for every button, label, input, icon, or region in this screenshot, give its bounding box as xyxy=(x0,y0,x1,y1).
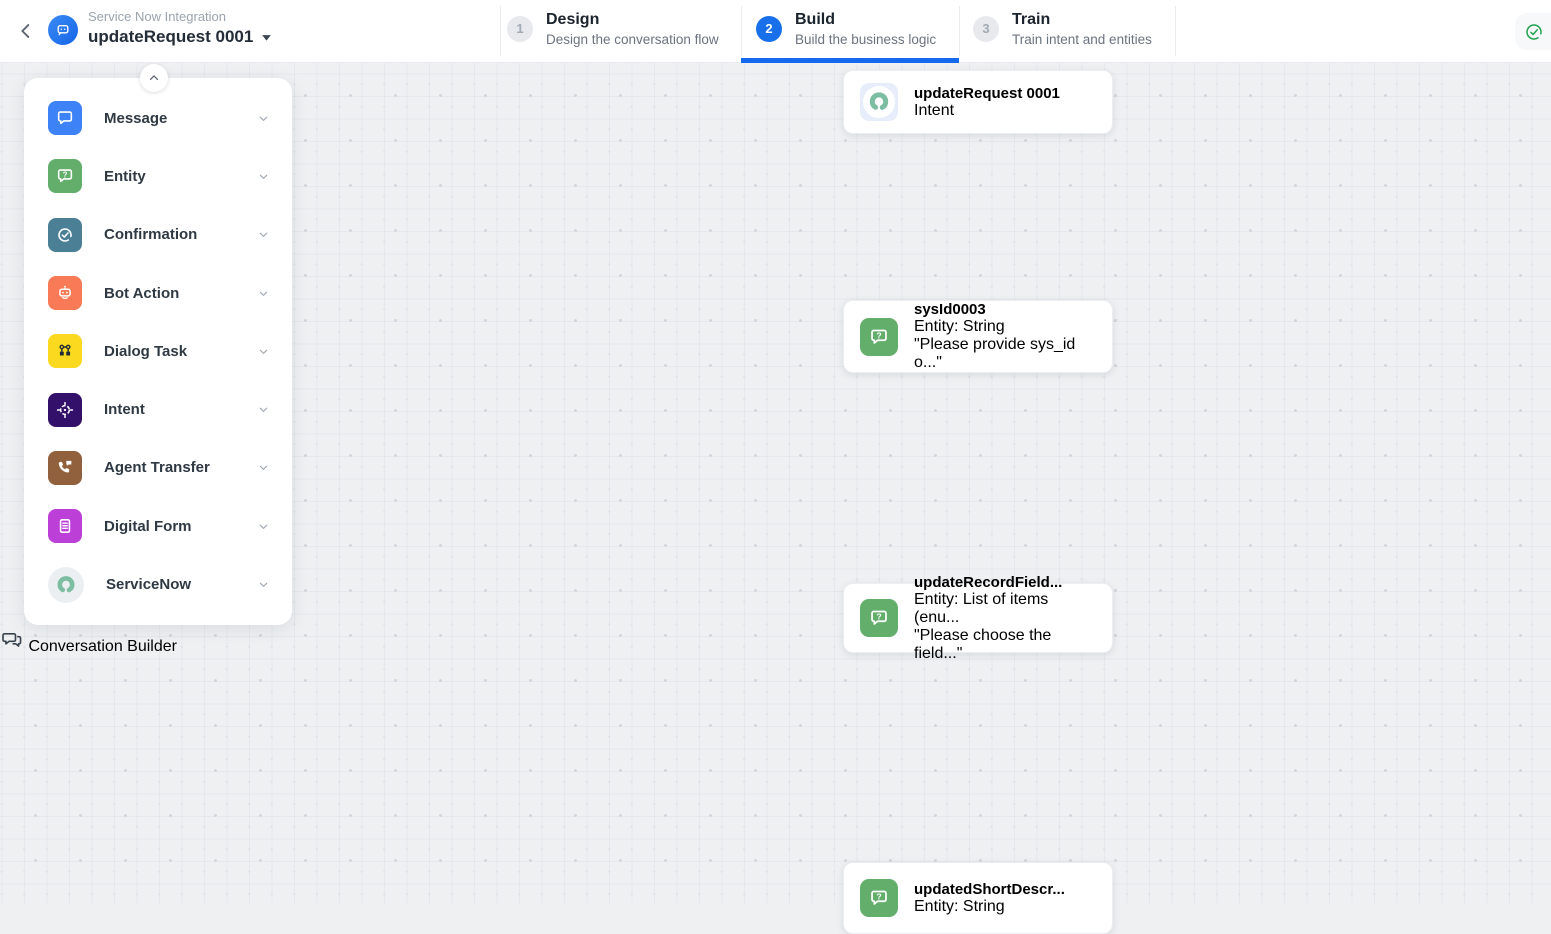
confirmation-icon xyxy=(48,217,82,252)
entity-icon: ? xyxy=(860,317,898,356)
step-separator xyxy=(959,6,960,56)
bot-action-icon xyxy=(48,276,82,311)
chevron-down-icon[interactable] xyxy=(257,287,270,300)
step-separator xyxy=(500,6,501,56)
palette-item-label: ServiceNow xyxy=(106,576,192,594)
active-tab-underline xyxy=(741,58,959,63)
flow-node-entity-updaterecordfield[interactable]: ? updateRecordField... Entity: List of i… xyxy=(843,574,1113,662)
node-palette-panel: Message ? Entity Confirmation Bot Action xyxy=(24,78,292,625)
servicenow-icon xyxy=(860,83,898,121)
step-subtitle: Build the business logic xyxy=(795,31,937,47)
chevron-down-icon[interactable] xyxy=(257,403,270,416)
step-number-badge: 3 xyxy=(973,15,999,42)
bot-avatar-icon xyxy=(48,15,78,45)
svg-text:?: ? xyxy=(876,330,881,340)
palette-item-label: Agent Transfer xyxy=(104,459,210,477)
step-title: Build xyxy=(795,10,835,28)
message-icon xyxy=(48,101,82,136)
chat-bubbles-icon xyxy=(2,632,22,647)
palette-collapse-button[interactable] xyxy=(140,64,168,92)
intent-icon xyxy=(48,392,82,427)
chevron-down-icon[interactable] xyxy=(257,170,270,183)
entity-icon: ? xyxy=(860,599,898,637)
node-subtitle: Entity: String xyxy=(914,897,1005,915)
validation-status-tab[interactable] xyxy=(1515,13,1551,50)
flow-canvas[interactable]: Message ? Entity Confirmation Bot Action xyxy=(0,63,1551,934)
palette-item-confirmation[interactable]: Confirmation xyxy=(24,206,292,264)
step-number-badge: 2 xyxy=(756,15,782,42)
node-prompt-quote: "Please choose the field..." xyxy=(914,626,1052,662)
conversation-builder-label: Conversation Builder xyxy=(28,638,177,655)
step-separator xyxy=(741,6,742,56)
palette-item-label: Message xyxy=(104,109,168,127)
dialog-title-dropdown[interactable]: updateRequest 0001 xyxy=(88,25,272,49)
tab-design[interactable]: 1 Design Design the conversation flow xyxy=(507,0,719,57)
flow-node-entity-updatedshortdescr[interactable]: ? updatedShortDescr... Entity: String xyxy=(843,862,1113,934)
palette-item-servicenow[interactable]: ServiceNow xyxy=(24,555,292,613)
tab-build[interactable]: 2 Build Build the business logic xyxy=(756,0,936,57)
node-title: updateRecordField... xyxy=(914,573,1063,591)
palette-item-label: Entity xyxy=(104,167,146,185)
palette-item-message[interactable]: Message xyxy=(24,89,292,147)
palette-item-intent[interactable]: Intent xyxy=(24,380,292,438)
chevron-down-icon[interactable] xyxy=(257,578,270,591)
check-circle-icon xyxy=(1526,23,1542,40)
chevron-down-icon[interactable] xyxy=(257,228,270,241)
step-subtitle: Train intent and entities xyxy=(1012,31,1152,47)
digital-form-icon xyxy=(48,509,82,544)
chevron-up-icon xyxy=(149,75,159,81)
chevron-down-icon[interactable] xyxy=(257,461,270,474)
svg-text:?: ? xyxy=(876,612,881,622)
top-header: Service Now Integration updateRequest 00… xyxy=(0,0,1551,63)
svg-text:?: ? xyxy=(63,171,68,180)
chevron-down-icon[interactable] xyxy=(257,520,270,533)
palette-item-entity[interactable]: ? Entity xyxy=(24,147,292,205)
node-subtitle: Entity: String xyxy=(914,318,1005,335)
step-title: Train xyxy=(1012,10,1051,28)
node-prompt-quote: "Please provide sys_id o..." xyxy=(914,336,1076,371)
palette-item-bot-action[interactable]: Bot Action xyxy=(24,264,292,322)
palette-item-label: Digital Form xyxy=(104,517,192,535)
palette-item-label: Bot Action xyxy=(104,284,180,302)
chevron-down-icon[interactable] xyxy=(257,112,270,125)
node-title: updateRequest 0001 xyxy=(914,84,1060,102)
back-button[interactable] xyxy=(14,19,38,43)
palette-item-label: Confirmation xyxy=(104,226,198,244)
caret-down-icon xyxy=(262,34,272,41)
svg-text:?: ? xyxy=(876,892,881,902)
palette-item-label: Intent xyxy=(104,401,145,419)
palette-item-label: Dialog Task xyxy=(104,342,188,360)
step-title: Design xyxy=(546,10,600,28)
node-title: sysId0003 xyxy=(914,301,986,318)
flow-node-intent[interactable]: updateRequest 0001 Intent xyxy=(843,70,1113,134)
entity-icon: ? xyxy=(860,879,898,917)
dialog-task-icon xyxy=(48,334,82,369)
step-separator xyxy=(1175,6,1176,56)
node-subtitle: Entity: List of items (enu... xyxy=(914,590,1049,626)
flow-node-entity-sysid[interactable]: ? sysId0003 Entity: String "Please provi… xyxy=(843,300,1113,373)
palette-item-digital-form[interactable]: Digital Form xyxy=(24,497,292,555)
chevron-down-icon[interactable] xyxy=(257,345,270,358)
node-title: updatedShortDescr... xyxy=(914,880,1065,898)
page-title: updateRequest 0001 xyxy=(88,27,254,46)
bot-name-label: Service Now Integration xyxy=(88,9,227,24)
entity-icon: ? xyxy=(48,159,82,194)
tab-train[interactable]: 3 Train Train intent and entities xyxy=(973,0,1152,57)
step-subtitle: Design the conversation flow xyxy=(546,31,719,47)
node-subtitle: Intent xyxy=(914,101,955,119)
step-number-badge: 1 xyxy=(507,15,533,42)
palette-item-dialog-task[interactable]: Dialog Task xyxy=(24,322,292,380)
conversation-builder-button[interactable]: Conversation Builder xyxy=(0,629,1551,656)
servicenow-icon xyxy=(48,566,84,603)
palette-item-agent-transfer[interactable]: Agent Transfer xyxy=(24,439,292,497)
agent-transfer-icon xyxy=(48,450,82,485)
